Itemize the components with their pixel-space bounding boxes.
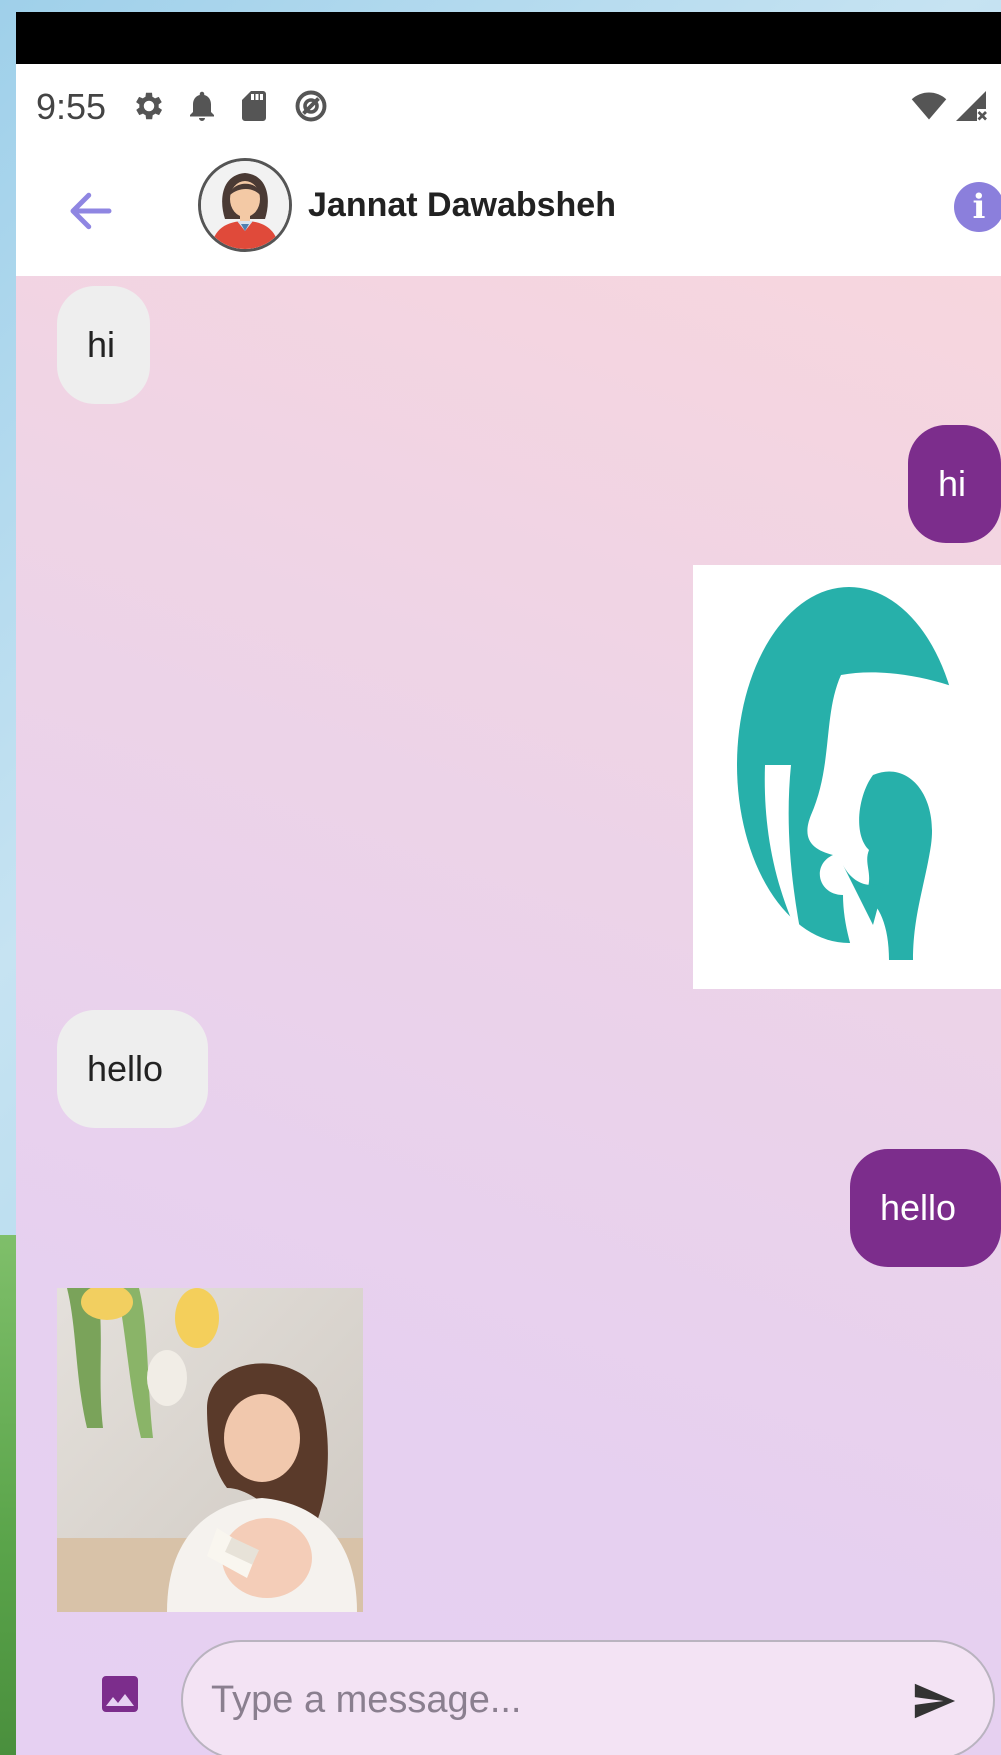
status-time: 9:55 xyxy=(36,86,107,127)
message-input[interactable] xyxy=(181,1640,995,1755)
sync-icon xyxy=(295,90,327,122)
sd-card-icon xyxy=(242,91,266,121)
wifi-icon xyxy=(911,92,947,120)
outgoing-message: hi xyxy=(908,425,1001,543)
avatar[interactable] xyxy=(198,158,292,252)
status-bar: 9:55 xyxy=(16,64,1001,146)
mother-child-silhouette-image xyxy=(693,565,1001,989)
message-composer xyxy=(16,1612,1001,1755)
gear-icon xyxy=(136,92,163,120)
outgoing-image-message[interactable] xyxy=(693,565,1001,989)
incoming-image-message[interactable] xyxy=(57,1288,363,1612)
incoming-message: hello xyxy=(57,1010,208,1128)
info-button[interactable]: i xyxy=(954,182,1001,232)
signal-icon xyxy=(956,91,987,121)
top-bezel xyxy=(16,12,1001,64)
send-button[interactable] xyxy=(906,1678,962,1724)
bell-icon xyxy=(190,91,214,121)
chat-header: Jannat Dawabsheh i xyxy=(16,146,1001,276)
phone-screen: 9:55 Jannat Dawabsheh i hi hi hello hell… xyxy=(16,12,1001,1755)
incoming-message: hi xyxy=(57,286,150,404)
woman-avatar-icon xyxy=(201,161,289,249)
mother-feeding-baby-photo xyxy=(57,1288,363,1612)
contact-name: Jannat Dawabsheh xyxy=(308,186,616,224)
back-button[interactable] xyxy=(64,184,118,238)
message-list[interactable]: hi hi hello hello xyxy=(16,276,1001,1755)
image-picker-button[interactable] xyxy=(96,1670,144,1718)
outgoing-message: hello xyxy=(850,1149,1001,1267)
